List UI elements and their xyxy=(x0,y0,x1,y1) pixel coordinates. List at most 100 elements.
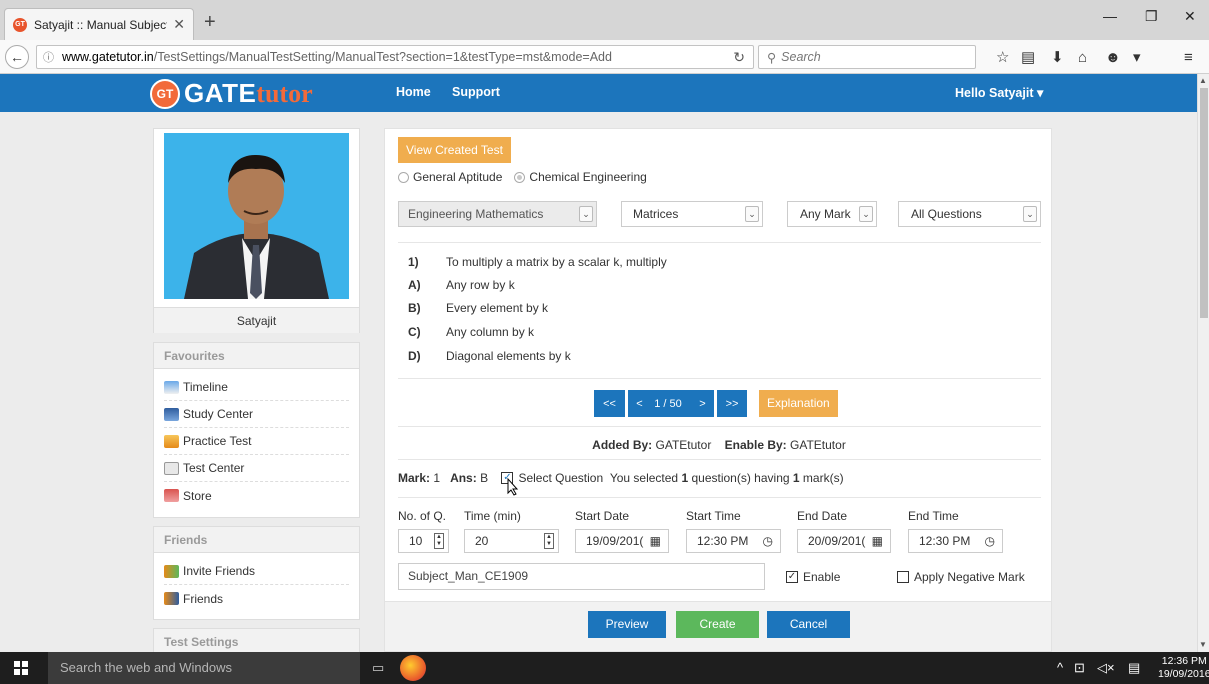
greeting-text: Hello Satyajit xyxy=(955,86,1034,100)
hello-chat-icon[interactable]: ☻ xyxy=(1105,50,1121,65)
scroll-up-icon[interactable]: ▲ xyxy=(1199,76,1207,85)
fav-item-timeline[interactable]: Timeline xyxy=(164,374,349,401)
option-text: Any row by k xyxy=(446,278,515,292)
new-tab-icon[interactable]: + xyxy=(204,12,216,32)
friends-item-invite[interactable]: Invite Friends xyxy=(164,558,349,585)
explanation-button[interactable]: Explanation xyxy=(759,390,838,417)
nav-support[interactable]: Support xyxy=(452,85,500,99)
friends-icon xyxy=(164,592,179,605)
end-time-input[interactable]: 12:30 PM ◷ xyxy=(908,529,1003,553)
fav-item-test-center[interactable]: Test Center xyxy=(164,455,349,482)
cancel-button[interactable]: Cancel xyxy=(767,611,850,638)
radio-general-aptitude[interactable] xyxy=(398,171,409,183)
no-of-questions-label: No. of Q. xyxy=(398,509,447,523)
clock-icon[interactable]: ◷ xyxy=(763,534,773,548)
user-menu[interactable]: Hello Satyajit ▾ xyxy=(955,85,1043,100)
view-created-test-button[interactable]: View Created Test xyxy=(398,137,511,163)
end-date-input[interactable]: 20/09/201( ▦ xyxy=(797,529,891,553)
clipboard-icon xyxy=(164,434,179,448)
back-arrow-icon[interactable]: ← xyxy=(5,45,29,69)
question-text-row: 1) To multiply a matrix by a scalar k, m… xyxy=(408,255,667,269)
profile-name: Satyajit xyxy=(154,307,359,333)
start-date-label: Start Date xyxy=(575,509,630,523)
mark-value: 1 xyxy=(433,471,441,485)
reading-list-icon[interactable]: ▤ xyxy=(1021,50,1035,65)
scroll-thumb[interactable] xyxy=(1200,88,1208,318)
time-stepper[interactable]: 20 ▲ ▼ xyxy=(464,529,559,553)
create-button[interactable]: Create xyxy=(676,611,759,638)
tab-close-icon[interactable]: ✕ xyxy=(173,16,185,33)
section-radio-group: General Aptitude Chemical Engineering xyxy=(398,170,647,184)
site-header: GT GATE tutor Home Support Hello Satyaji… xyxy=(0,74,1197,112)
negative-mark-option[interactable]: Apply Negative Mark xyxy=(897,570,1025,584)
preview-button[interactable]: Preview xyxy=(588,611,666,638)
firefox-taskbar-icon[interactable] xyxy=(400,655,426,681)
enable-checkbox[interactable]: ✓ xyxy=(786,571,798,583)
question-pager: << < 1 / 50 > >> Explanation xyxy=(594,390,838,417)
nav-home[interactable]: Home xyxy=(396,85,431,99)
logo-gate-text: GATE xyxy=(184,78,257,108)
next-page-button[interactable]: > xyxy=(691,390,714,417)
search-icon: ⚲ xyxy=(767,50,777,65)
favourites-heading: Favourites xyxy=(154,343,359,369)
menu-icon[interactable]: ≡ xyxy=(1184,50,1193,65)
fav-item-study-center[interactable]: Study Center xyxy=(164,401,349,428)
window-close-icon[interactable]: ✕ xyxy=(1184,8,1196,25)
page-scrollbar[interactable]: ▲ ▼ xyxy=(1197,74,1209,652)
taskbar-clock[interactable]: 12:36 PM 19/09/2016 xyxy=(1158,655,1209,681)
friends-item-friends[interactable]: Friends xyxy=(164,585,349,612)
start-time-label: Start Time xyxy=(686,509,741,523)
tray-chevron-icon[interactable]: ^ xyxy=(1057,660,1063,675)
test-name-input[interactable]: Subject_Man_CE1909 xyxy=(398,563,765,590)
topic-select[interactable]: Matrices ⌄ xyxy=(621,201,763,227)
radio-chemical-engineering[interactable] xyxy=(514,171,526,183)
friends-item-label: Invite Friends xyxy=(183,564,256,578)
mark-filter-select[interactable]: Any Mark ⌄ xyxy=(787,201,877,227)
radio-label: Chemical Engineering xyxy=(529,170,647,184)
subject-select[interactable]: Engineering Mathematics ⌄ xyxy=(398,201,597,227)
last-page-button[interactable]: >> xyxy=(717,390,747,417)
fav-item-practice-test[interactable]: Practice Test xyxy=(164,428,349,455)
reload-icon[interactable]: ↻ xyxy=(733,49,745,66)
negative-mark-label: Apply Negative Mark xyxy=(914,570,1025,584)
start-time-input[interactable]: 12:30 PM ◷ xyxy=(686,529,781,553)
friends-item-label: Friends xyxy=(183,591,224,606)
question-filter-select[interactable]: All Questions ⌄ xyxy=(898,201,1041,227)
notifications-icon[interactable]: ▤ xyxy=(1128,660,1140,676)
taskbar-search-input[interactable]: Search the web and Windows xyxy=(48,652,360,684)
calendar-icon[interactable]: ▦ xyxy=(872,534,883,548)
test-settings-heading: Test Settings xyxy=(154,629,359,652)
browser-tab[interactable]: GT Satyajit :: Manual Subject ... ✕ xyxy=(4,8,194,40)
home-icon[interactable]: ⌂ xyxy=(1078,50,1087,65)
start-time-value: 12:30 PM xyxy=(697,534,749,548)
negative-mark-checkbox[interactable] xyxy=(897,571,909,583)
volume-icon[interactable]: ◁× xyxy=(1097,660,1115,676)
scroll-down-icon[interactable]: ▼ xyxy=(1199,640,1207,649)
pocket-icon[interactable]: ▾ xyxy=(1133,50,1141,65)
question-number: 1) xyxy=(408,255,419,269)
network-icon[interactable]: ⊡ xyxy=(1074,660,1085,676)
no-of-questions-stepper[interactable]: 10 ▲ ▼ xyxy=(398,529,449,553)
prev-page-button[interactable]: < xyxy=(628,390,651,417)
address-bar[interactable]: ⓘ www.gatetutor.in /TestSettings/ManualT… xyxy=(36,45,754,69)
fav-item-store[interactable]: Store xyxy=(164,482,349,509)
enable-option[interactable]: ✓ Enable xyxy=(786,570,840,584)
first-page-button[interactable]: << xyxy=(594,390,625,417)
windows-start-icon[interactable] xyxy=(14,661,28,675)
site-logo[interactable]: GT GATE tutor xyxy=(150,78,313,109)
spinner-icon[interactable]: ▲ ▼ xyxy=(544,533,554,549)
spinner-icon[interactable]: ▲ ▼ xyxy=(434,533,444,549)
restore-icon[interactable]: ❐ xyxy=(1145,8,1158,25)
clock-icon[interactable]: ◷ xyxy=(985,534,995,548)
manual-test-panel: View Created Test General Aptitude Chemi… xyxy=(384,128,1052,652)
task-view-icon[interactable]: ▭ xyxy=(372,660,384,676)
calendar-icon[interactable]: ▦ xyxy=(650,534,661,548)
start-date-input[interactable]: 19/09/201( ▦ xyxy=(575,529,669,553)
profile-photo xyxy=(164,133,349,299)
site-info-icon[interactable]: ⓘ xyxy=(43,49,54,65)
bookmark-star-icon[interactable]: ☆ xyxy=(996,50,1009,65)
minimize-icon[interactable]: — xyxy=(1103,8,1117,24)
download-icon[interactable]: ⬇ xyxy=(1051,50,1064,65)
enable-label: Enable xyxy=(803,570,841,584)
browser-search-input[interactable]: ⚲ Search xyxy=(758,45,976,69)
